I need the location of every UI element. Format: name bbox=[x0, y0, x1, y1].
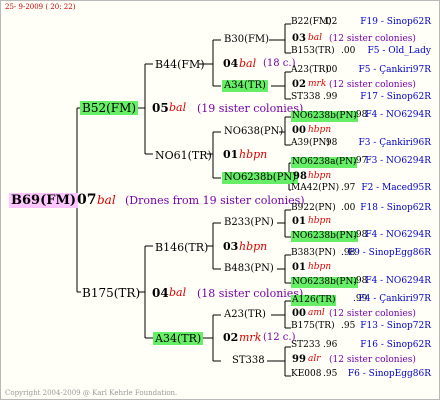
leaf-name: NO6238a(PN) bbox=[291, 157, 358, 168]
leaf-year: .00 bbox=[341, 203, 356, 213]
leaf-year: .00 bbox=[341, 46, 356, 56]
leaf-year: .98 bbox=[323, 138, 338, 148]
level3-origin-5: hbpn bbox=[308, 262, 332, 272]
leaf-reference: F16 - Sinop62R bbox=[360, 340, 431, 350]
leaf-name: B175(TR) bbox=[291, 321, 335, 331]
leaf-reference: F3 - NO6294R bbox=[365, 156, 431, 166]
level2-gen-0: 04 bbox=[223, 57, 239, 70]
leaf-reference: F4 - Çankiri97R bbox=[358, 294, 431, 304]
leaf-name: B383(PN) bbox=[291, 248, 336, 258]
level3-gen-1: 02 bbox=[292, 79, 306, 90]
leaf-reference: F5 - Çankiri97R bbox=[358, 65, 431, 75]
level3-node-1: A34(TR) bbox=[222, 80, 268, 92]
level3-origin-3: hbpn bbox=[308, 171, 332, 181]
leaf-reference: F4 - NO6294R bbox=[365, 276, 431, 286]
level3-node-6: A23(TR) bbox=[224, 309, 266, 320]
level1-gen-1: 04 bbox=[152, 286, 169, 300]
header-timestamp: 25- 9-2009 ( 20: 22) bbox=[5, 3, 76, 11]
leaf-reference: F4 - NO6294R bbox=[365, 230, 431, 240]
leaf-reference: F18 - Sinop62R bbox=[360, 203, 431, 213]
level3-node-5: B483(PN) bbox=[224, 263, 274, 274]
level3-node-7: ST338 bbox=[232, 355, 265, 366]
leaf-name: ST233 bbox=[291, 340, 321, 350]
level3-node-0: B30(FM) bbox=[224, 34, 270, 45]
level3-gen-6: 00 bbox=[292, 308, 306, 319]
leaf-reference: F6 - SinopEgg86R bbox=[347, 369, 431, 379]
level1-node-0: B52(FM) bbox=[80, 101, 139, 115]
level1-node-1: B175(TR) bbox=[82, 286, 141, 300]
level3-origin-1: mrk bbox=[308, 79, 327, 89]
level3-note-7: (12 sister colonies) bbox=[329, 355, 416, 365]
leaf-name: KE008 bbox=[291, 369, 322, 379]
level2-gen-1: 01 bbox=[223, 148, 239, 161]
level3-note-6: (12 sister colonies) bbox=[329, 309, 416, 319]
leaf-reference: F3 - Çankiri96R bbox=[358, 138, 431, 148]
level2-node-3: A34(TR) bbox=[153, 332, 204, 345]
leaf-name: ST338 bbox=[291, 92, 321, 102]
level3-note-1: (12 sister colonies) bbox=[329, 80, 416, 90]
level3-node-2: NO638(PN) bbox=[224, 126, 284, 137]
level3-note-0: (12 sister colonies) bbox=[329, 34, 416, 44]
leaf-reference: F9 - SinopEgg86R bbox=[347, 248, 431, 258]
leaf-reference: F17 - Sinop62R bbox=[360, 92, 431, 102]
level3-origin-2: hbpn bbox=[308, 125, 332, 135]
leaf-name: NO6238b(PN) bbox=[291, 231, 358, 242]
root-generation: 07 bbox=[77, 192, 97, 208]
level3-gen-5: 01 bbox=[292, 262, 306, 273]
leaf-year: .97 bbox=[341, 183, 356, 193]
root-node: B69(FM) bbox=[9, 193, 78, 208]
level3-gen-7: 99 bbox=[292, 354, 306, 365]
level3-gen-4: 01 bbox=[292, 216, 306, 227]
pedigree-chart: { "header": "25- 9-2009 ( 20: 22)", "foo… bbox=[0, 0, 440, 400]
leaf-name: MA42(PN) bbox=[291, 183, 340, 193]
level2-origin-3: mrk bbox=[239, 331, 262, 344]
leaf-reference: F4 - NO6294R bbox=[365, 110, 431, 120]
level2-origin-2: hbpn bbox=[239, 240, 268, 253]
leaf-year: .96 bbox=[323, 340, 338, 350]
level3-gen-2: 00 bbox=[292, 125, 306, 136]
level2-node-2: B146(TR) bbox=[155, 241, 209, 254]
level2-gen-3: 02 bbox=[223, 331, 239, 344]
level3-origin-7: alr bbox=[308, 354, 321, 364]
level2-origin-1: hbpn bbox=[239, 148, 268, 161]
leaf-name: NO6238b(PN) bbox=[291, 277, 358, 288]
leaf-name: B922(PN) bbox=[291, 203, 336, 213]
level3-gen-0: 03 bbox=[292, 33, 306, 44]
level1-gen-0: 05 bbox=[152, 101, 169, 115]
level1-note-1: (18 sister colonies) bbox=[197, 287, 304, 300]
leaf-reference: F19 - Sinop62R bbox=[360, 17, 431, 27]
leaf-name: NO6238b(PN) bbox=[291, 111, 358, 122]
leaf-name: B153(TR) bbox=[291, 46, 335, 56]
level2-origin-0: bal bbox=[239, 57, 257, 70]
copyright-footer: Copyright 2004-2009 @ Karl Kehrle Founda… bbox=[5, 389, 178, 397]
level1-note-0: (19 sister colonies) bbox=[197, 102, 304, 115]
level2-gen-2: 03 bbox=[223, 240, 239, 253]
leaf-reference: F13 - Sinop72R bbox=[360, 321, 431, 331]
root-origin: bal bbox=[97, 193, 116, 207]
level1-origin-0: bal bbox=[169, 101, 187, 114]
level3-origin-0: bal bbox=[308, 33, 323, 43]
leaf-year: .02 bbox=[323, 17, 338, 27]
leaf-year: .00 bbox=[323, 65, 338, 75]
level2-node-0: B44(FM) bbox=[155, 58, 205, 71]
level2-node-1: NO61(TR) bbox=[155, 149, 212, 162]
level3-gen-3: 98 bbox=[293, 171, 307, 182]
leaf-name: A126(TR) bbox=[291, 295, 337, 306]
level3-node-4: B233(PN) bbox=[224, 217, 274, 228]
leaf-reference: F2 - Maced95R bbox=[361, 183, 431, 193]
root-note: (Drones from 19 sister colonies) bbox=[125, 194, 305, 207]
level3-origin-4: hbpn bbox=[308, 216, 332, 226]
level3-node-3: NO6238b(PN) bbox=[222, 172, 299, 184]
leaf-year: .95 bbox=[341, 321, 356, 331]
level3-origin-6: aml bbox=[308, 308, 325, 318]
leaf-year: .95 bbox=[323, 369, 338, 379]
leaf-reference: F5 - Old_Lady bbox=[367, 46, 431, 56]
level1-origin-1: bal bbox=[169, 286, 187, 299]
leaf-year: .99 bbox=[323, 92, 338, 102]
